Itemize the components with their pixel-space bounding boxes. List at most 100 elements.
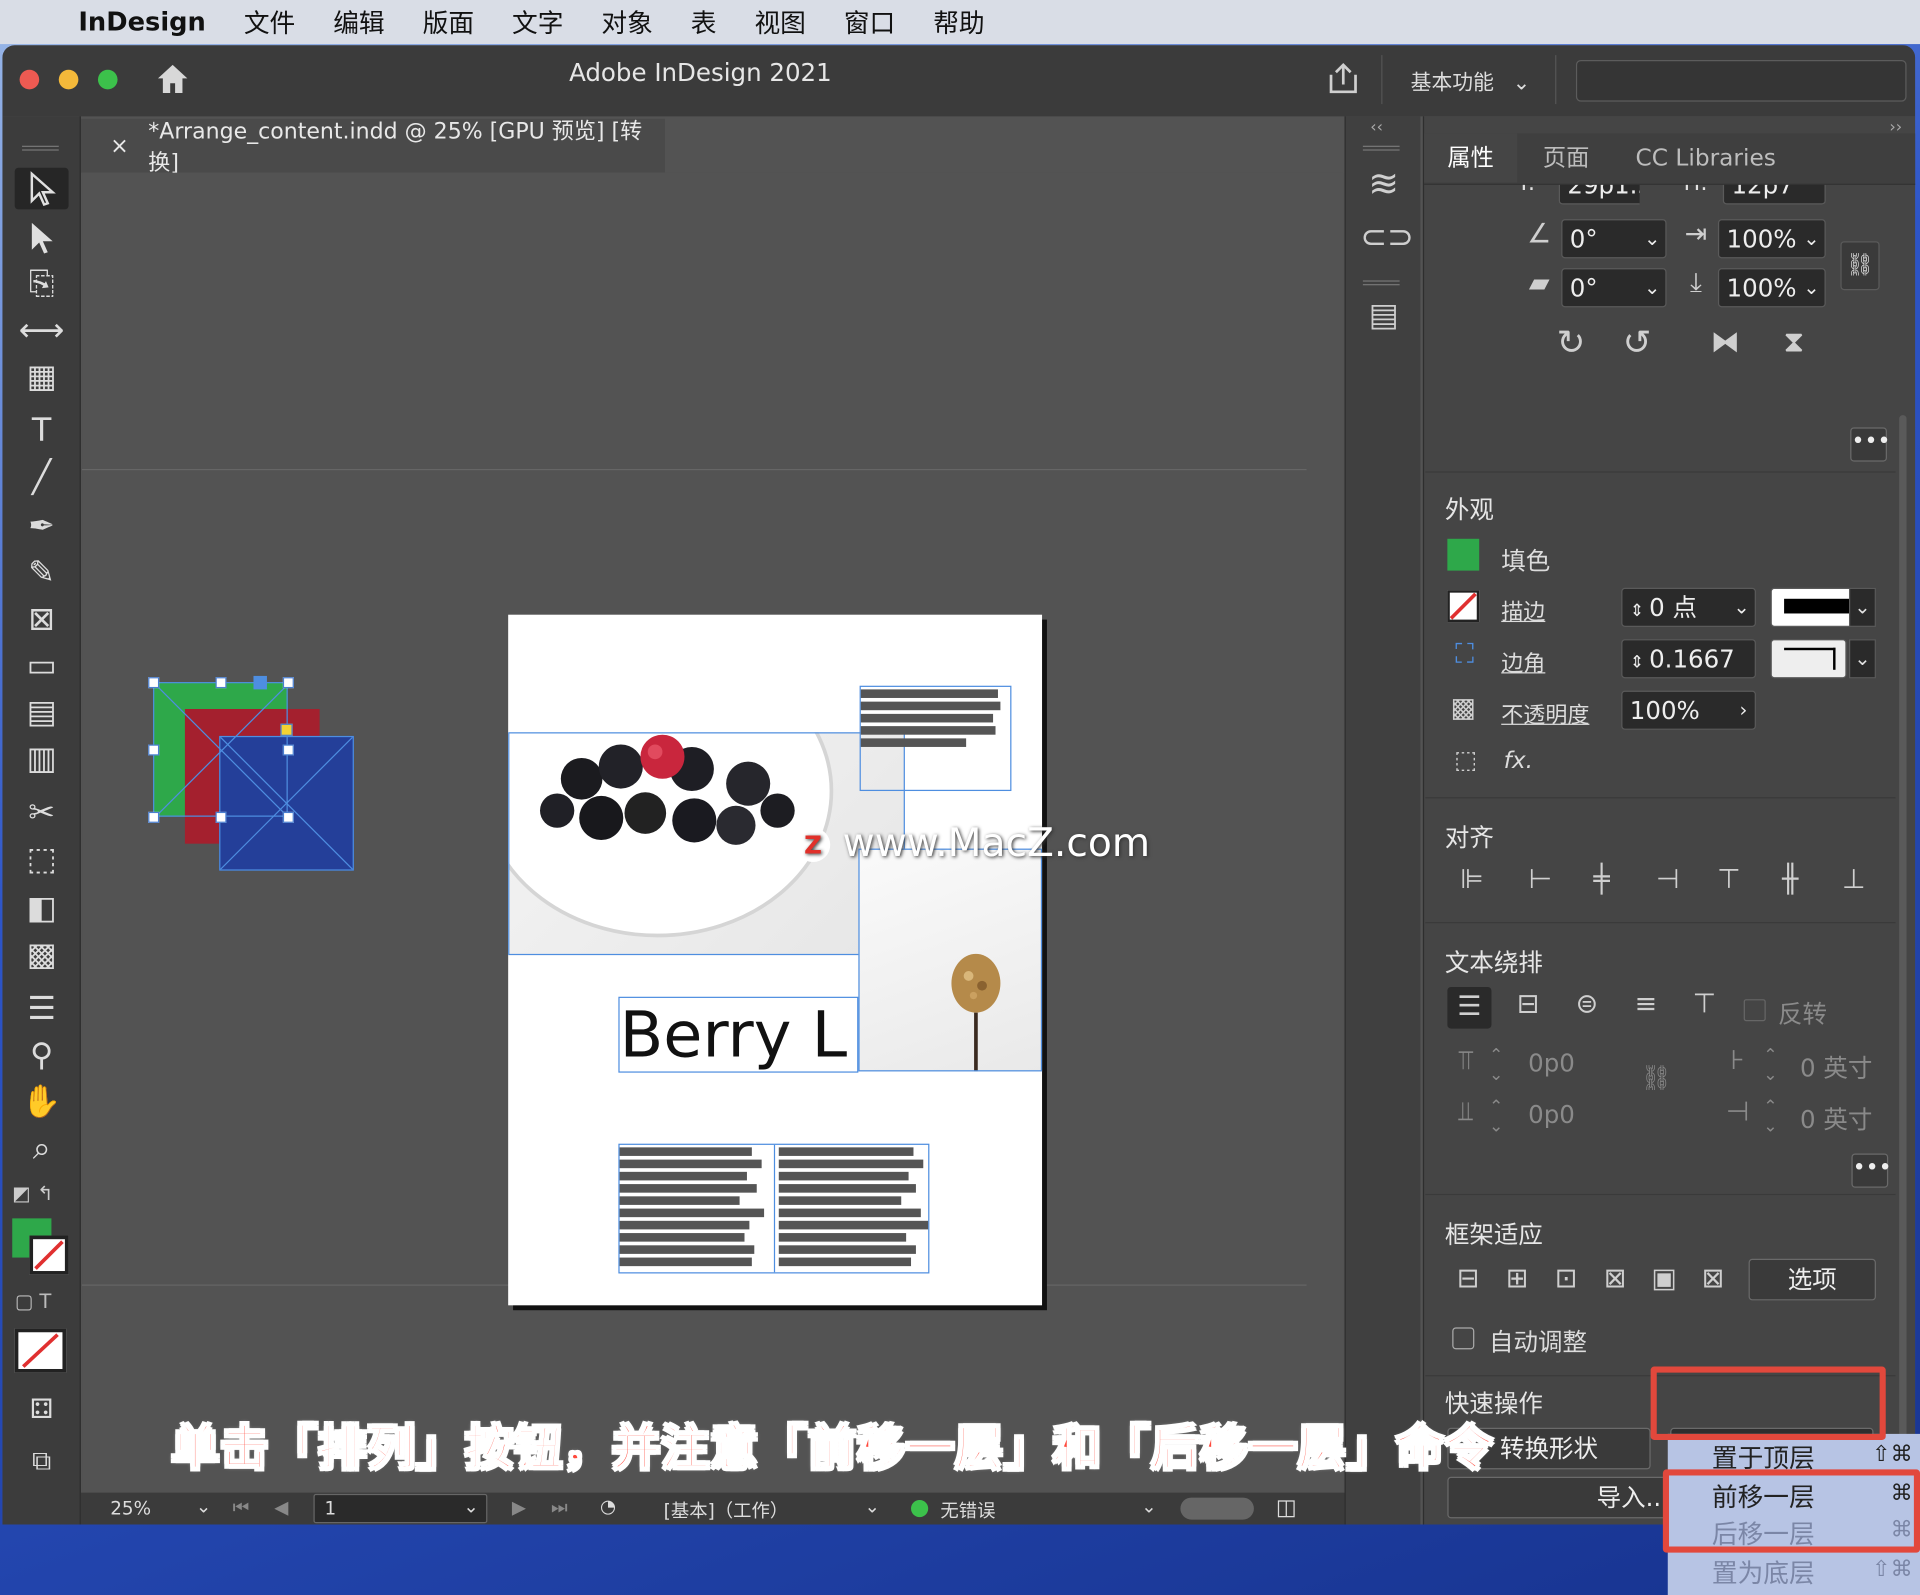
align-horizontal-center-icon[interactable]: ╪ — [1580, 864, 1624, 895]
close-window-button[interactable] — [19, 69, 40, 90]
flip-vertical-icon[interactable]: ⧗ — [1774, 324, 1813, 358]
content-collector-icon[interactable]: ▦ — [15, 356, 69, 398]
search-input[interactable] — [1575, 60, 1907, 102]
frame-effects-icon[interactable]: ⬚ — [1450, 744, 1482, 773]
stroke-swatch[interactable] — [29, 1235, 69, 1275]
status-chevron-icon[interactable]: ⌄ — [1141, 1495, 1156, 1517]
preview-mode-icon[interactable]: ⧉ — [15, 1441, 69, 1483]
line-tool-icon[interactable]: ╱ — [15, 457, 69, 499]
align-bottom-icon[interactable]: ⊥ — [1832, 864, 1876, 895]
tab-properties[interactable]: 属性 — [1424, 133, 1518, 183]
note-tool-icon[interactable]: ☰ — [15, 988, 69, 1030]
workspace-switcher[interactable]: 基本功能 ⌄ — [1411, 65, 1531, 95]
scale-x-field[interactable]: 100% ⌄ — [1717, 219, 1826, 259]
constrain-scale-icon[interactable]: ⛓ — [1840, 241, 1880, 291]
selection-handle[interactable] — [148, 811, 160, 823]
selection-handle[interactable] — [215, 677, 227, 689]
top-text-frame[interactable] — [859, 685, 1012, 792]
h-field-partial[interactable]: H: 12p7 — [1676, 184, 1835, 207]
fit-frame-to-content-icon[interactable]: ⊡ — [1545, 1264, 1587, 1295]
left-offset-value[interactable]: 0 英寸 — [1800, 1048, 1872, 1084]
document-tab[interactable]: × *Arrange_content.indd @ 25% [GPU 预览] [… — [80, 118, 665, 176]
flip-horizontal-icon[interactable]: ⧓ — [1706, 324, 1745, 358]
chevron-down-icon[interactable]: ⌄ — [1848, 587, 1876, 627]
zoom-chevron-icon[interactable]: ⌄ — [196, 1495, 211, 1517]
corner-label[interactable]: 边角 — [1501, 647, 1545, 679]
zoom-tool-icon[interactable]: ⌕ — [15, 1128, 69, 1170]
hand-tool-icon[interactable]: ✋ — [15, 1081, 69, 1123]
scale-y-field[interactable]: 100% ⌄ — [1717, 268, 1826, 308]
screen-mode-icon[interactable]: ⚃ — [15, 1390, 69, 1432]
body-text-frame[interactable] — [618, 1143, 930, 1274]
preflight-icon[interactable]: ◔ — [600, 1495, 616, 1517]
headline-text[interactable]: Berry L — [618, 996, 859, 1073]
gradient-feather-tool-icon[interactable]: ▩ — [15, 934, 69, 976]
document-page[interactable]: Berry L — [481, 614, 1043, 1306]
apply-none-icon[interactable] — [14, 1328, 67, 1373]
layers-icon[interactable]: ≋ — [1360, 163, 1407, 206]
invert-checkbox[interactable] — [1743, 999, 1766, 1022]
fill-frame-proportionally-icon[interactable]: ⊟ — [1447, 1264, 1489, 1295]
type-tool-icon[interactable]: T — [15, 410, 69, 452]
selection-handle[interactable] — [282, 744, 294, 756]
gradient-swatch-tool-icon[interactable]: ◧ — [15, 888, 69, 930]
content-aware-fit-icon[interactable]: ⊠ — [1692, 1264, 1734, 1295]
collapse-panels-icon[interactable]: ‹‹ — [1370, 119, 1383, 137]
rectangle-tool-icon[interactable]: ▭ — [15, 645, 69, 687]
corner-options-handle[interactable] — [280, 723, 293, 736]
align-right-icon[interactable]: ⊣ — [1646, 864, 1690, 895]
zoom-level[interactable]: 25% — [110, 1498, 151, 1520]
wrap-object-shape-icon[interactable]: ⊜ — [1565, 989, 1609, 1020]
direct-selection-tool-icon[interactable] — [15, 217, 69, 259]
home-icon[interactable] — [154, 60, 191, 97]
tab-pages[interactable]: 页面 — [1517, 133, 1615, 182]
fit-content-proportionally-icon[interactable]: ⊞ — [1496, 1264, 1538, 1295]
align-to-selection-icon[interactable]: ⊫ — [1450, 864, 1494, 895]
prev-page-icon[interactable]: ◀ — [274, 1496, 288, 1518]
stroke-label[interactable]: 描边 — [1501, 595, 1545, 627]
center-content-icon[interactable]: ▣ — [1643, 1264, 1685, 1295]
pencil-tool-icon[interactable]: ✎ — [15, 552, 69, 594]
menu-layout[interactable]: 版面 — [423, 4, 474, 41]
menu-help[interactable]: 帮助 — [933, 4, 984, 41]
jump-to-next-column-icon[interactable]: ⊤ — [1682, 989, 1726, 1020]
selection-handle[interactable] — [282, 677, 294, 689]
page-number-field[interactable]: 1 ⌄ — [313, 1493, 488, 1524]
no-text-wrap-icon[interactable]: ☰ — [1447, 986, 1492, 1029]
rotate-cw-icon[interactable]: ↻ — [1551, 322, 1590, 362]
grid-tool-icon[interactable]: ▥ — [15, 738, 69, 780]
split-layout-icon[interactable]: ◫ — [1276, 1495, 1297, 1521]
rotate-ccw-icon[interactable]: ↺ — [1618, 322, 1657, 362]
menu-item-send-to-back[interactable]: 置为底层 — [1712, 1554, 1815, 1591]
fit-content-to-frame-icon[interactable]: ⊠ — [1594, 1264, 1636, 1295]
stepper-icon[interactable]: ⇕ — [1630, 601, 1644, 621]
link-offsets-icon[interactable]: ⛓ — [1641, 1063, 1672, 1092]
menu-view[interactable]: 视图 — [754, 4, 805, 41]
menu-object[interactable]: 对象 — [601, 4, 652, 41]
fill-color-swatch[interactable] — [1447, 538, 1480, 571]
preflight-profile[interactable]: [基本]（工作） — [664, 1498, 789, 1524]
selection-handle[interactable] — [148, 744, 160, 756]
horizontal-scrollbar[interactable] — [1180, 1497, 1254, 1520]
auto-fit-checkbox[interactable] — [1452, 1327, 1475, 1350]
jump-object-icon[interactable]: ≡ — [1624, 989, 1668, 1020]
eyedropper-tool-icon[interactable]: ⚲ — [15, 1035, 69, 1077]
align-left-icon[interactable]: ⊢ — [1518, 864, 1562, 895]
opacity-field[interactable]: 100% › — [1621, 690, 1756, 730]
align-vertical-center-icon[interactable]: ╫ — [1768, 864, 1812, 895]
reference-point-handle[interactable] — [253, 675, 267, 690]
selection-handle[interactable] — [215, 811, 227, 823]
free-transform-tool-icon[interactable]: ⬚ — [15, 839, 69, 881]
gap-tool-icon[interactable]: ⟷ — [15, 310, 69, 352]
share-icon[interactable] — [1325, 60, 1362, 97]
rotate-angle-field[interactable]: 0° ⌄ — [1561, 219, 1667, 259]
pasteboard[interactable]: Berry L — [82, 172, 1344, 1493]
selection-tool-icon[interactable] — [14, 167, 69, 210]
close-tab-icon[interactable]: × — [110, 133, 128, 159]
frame-fitting-options-button[interactable]: 选项 — [1748, 1258, 1876, 1301]
pen-tool-icon[interactable]: ✒ — [15, 506, 69, 548]
menu-table[interactable]: 表 — [691, 4, 717, 41]
corner-shape-dropdown[interactable] — [1770, 639, 1847, 679]
menu-app-name[interactable]: InDesign — [78, 7, 206, 36]
properties-scrollbar[interactable] — [1899, 415, 1907, 1518]
